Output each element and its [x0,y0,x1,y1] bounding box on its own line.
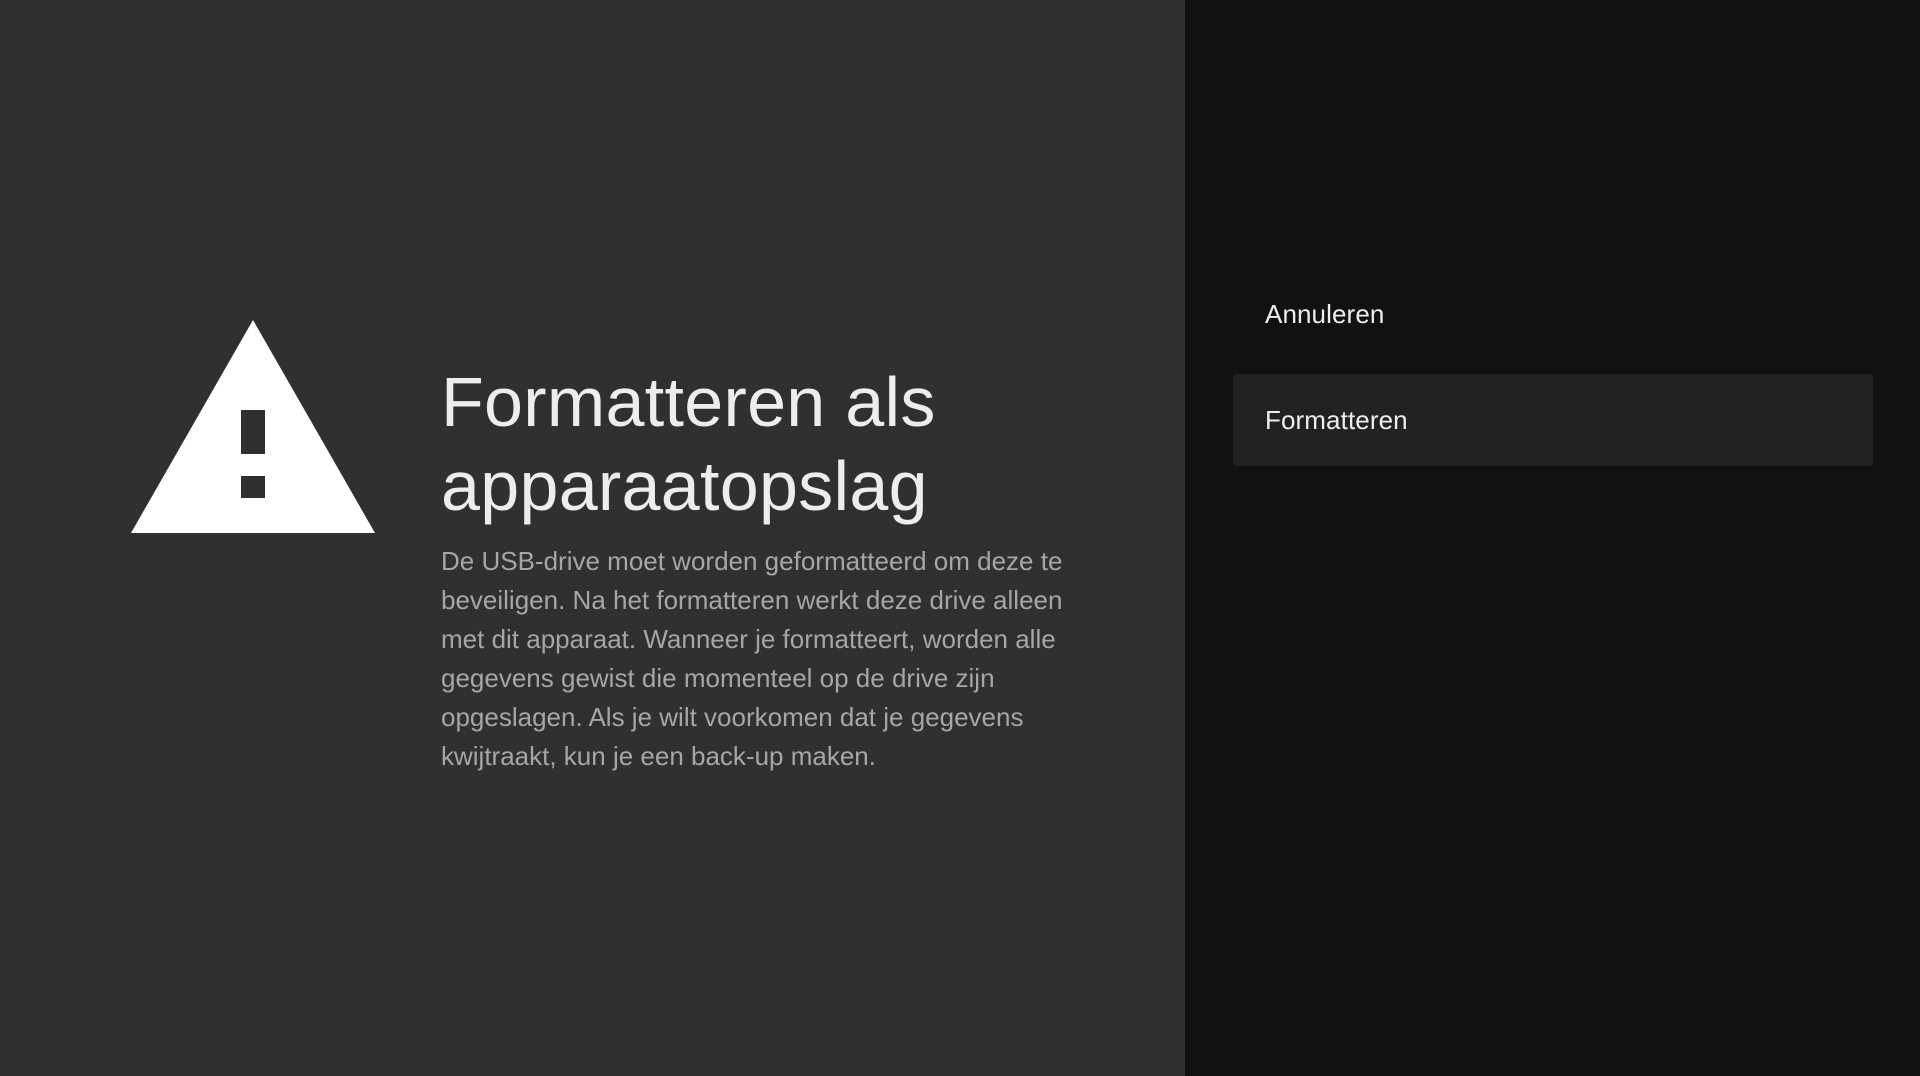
dialog-title: Formatteren als apparaatopslag [441,363,936,525]
warning-icon [131,320,375,533]
format-button[interactable]: Formatteren [1233,374,1873,466]
dialog-actions-pane: Annuleren Formatteren [1185,0,1920,1076]
dialog-description: De USB-drive moet worden geformatteerd o… [441,546,1063,771]
dialog-guidance-pane: Formatteren als apparaatopslag De USB-dr… [0,0,1185,1076]
cancel-button[interactable]: Annuleren [1233,268,1873,360]
format-storage-screen: Formatteren als apparaatopslag De USB-dr… [0,0,1920,1076]
